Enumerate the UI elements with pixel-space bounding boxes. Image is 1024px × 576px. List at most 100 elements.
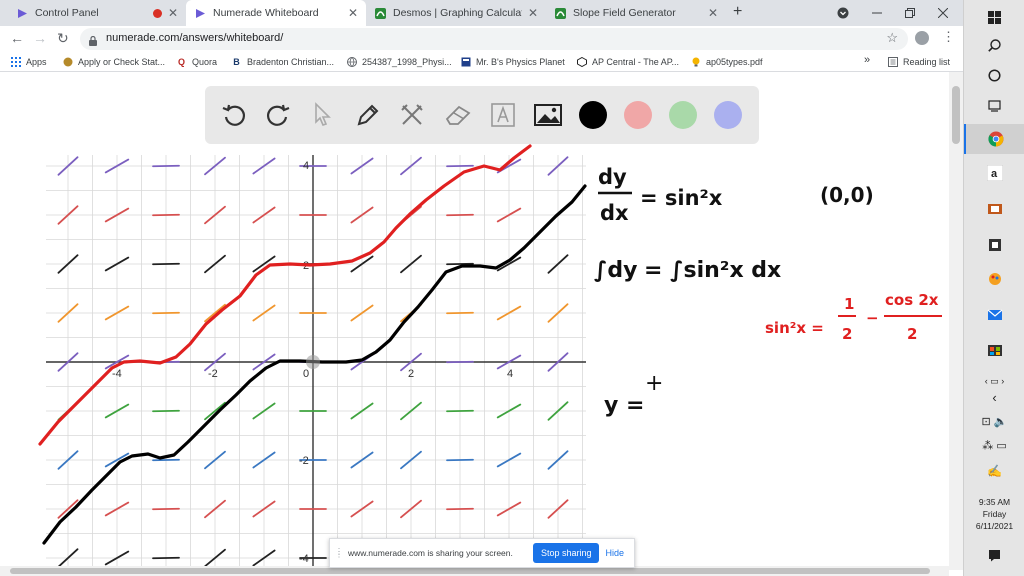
pen-workspace-icon[interactable]: ✍ <box>964 456 1024 486</box>
close-tab-icon[interactable]: ✕ <box>348 6 358 20</box>
color-green-swatch[interactable] <box>669 101 697 129</box>
note-plus: + <box>645 371 663 396</box>
tab-search-icon[interactable] <box>837 0 849 26</box>
apps-grid-icon <box>10 56 21 67</box>
notifications-icon[interactable] <box>964 540 1024 570</box>
lightbulb-icon <box>690 56 701 67</box>
slope-segment <box>446 164 474 168</box>
drag-handle-icon[interactable]: ⋮ ⋮ <box>335 548 343 559</box>
address-bar[interactable]: numerade.com/answers/whiteboard/ ☆ <box>80 28 908 50</box>
sharing-message: www.numerade.com is sharing your screen. <box>348 548 513 558</box>
x-tick-label: -2 <box>208 368 218 380</box>
numerade-logo-icon <box>194 7 206 19</box>
vertical-scrollbar[interactable] <box>949 72 963 570</box>
bookmark-label: Apps <box>26 56 47 67</box>
bookmark-quora[interactable]: Q Quora <box>176 56 217 67</box>
search-icon[interactable] <box>964 30 1024 60</box>
note-identity-two-b: 2 <box>907 325 917 343</box>
tab-title: Slope Field Generator <box>573 7 676 19</box>
color-red-swatch[interactable] <box>624 101 652 129</box>
reading-list-button[interactable]: Reading list <box>887 56 950 67</box>
bookmark-label: Apply or Check Stat... <box>78 56 166 67</box>
svg-text:a: a <box>991 168 998 180</box>
chrome-taskbar-icon[interactable] <box>964 124 1024 154</box>
close-window-icon[interactable] <box>938 0 948 26</box>
tab-title: Numerade Whiteboard <box>213 7 319 19</box>
cortana-icon[interactable] <box>964 60 1024 90</box>
slope-segment <box>152 164 180 168</box>
pen-icon[interactable] <box>353 100 383 130</box>
seal-icon <box>62 56 73 67</box>
paint-icon[interactable] <box>964 264 1024 294</box>
bookmark-apps[interactable]: Apps <box>10 56 47 67</box>
store-icon[interactable] <box>964 334 1024 364</box>
color-blue-swatch[interactable] <box>714 101 742 129</box>
eraser-icon[interactable] <box>443 100 473 130</box>
url-text: numerade.com/answers/whiteboard/ <box>106 32 284 44</box>
undo-icon[interactable] <box>219 100 249 130</box>
forward-arrow-icon[interactable]: → <box>33 30 47 46</box>
color-black-swatch[interactable] <box>579 101 607 129</box>
snip-tool-icon[interactable] <box>964 194 1024 224</box>
new-tab-button[interactable]: + <box>733 3 742 21</box>
bookmark-label: 254387_1998_Physi... <box>362 56 452 67</box>
x-tick-label: -4 <box>112 368 122 380</box>
amazon-icon[interactable]: a <box>964 158 1024 188</box>
x-tick-label: 4 <box>507 368 513 380</box>
windows-start-icon[interactable] <box>964 2 1024 32</box>
hide-button[interactable]: Hide <box>605 548 624 558</box>
close-tab-icon[interactable]: ✕ <box>168 6 178 20</box>
close-tab-icon[interactable]: ✕ <box>708 6 718 20</box>
note-identity-one: 1 <box>844 295 854 313</box>
bookmark-star-icon[interactable]: ☆ <box>886 30 898 46</box>
close-tab-icon[interactable]: ✕ <box>528 6 538 20</box>
bookmark-physics-planet[interactable]: Mr. B's Physics Planet <box>460 56 565 67</box>
pointer-icon[interactable] <box>307 100 337 130</box>
reading-list-label: Reading list <box>903 56 951 67</box>
recording-indicator-icon <box>152 8 162 18</box>
image-icon[interactable] <box>533 100 563 130</box>
tools-icon[interactable] <box>397 100 427 130</box>
bookmark-ap-central[interactable]: AP Central - The AP... <box>576 56 679 67</box>
tab-desmos[interactable]: Desmos | Graphing Calculator ✕ <box>366 0 546 26</box>
mail-icon[interactable] <box>964 300 1024 330</box>
bookmark-physics-pdf[interactable]: 254387_1998_Physi... <box>346 56 452 67</box>
note-integral-lhs: ∫dy <box>594 258 638 283</box>
bookmark-apply[interactable]: Apply or Check Stat... <box>62 56 165 67</box>
bookmark-bradenton[interactable]: B Bradenton Christian... <box>231 56 334 67</box>
desmos-logo-icon <box>554 7 566 19</box>
minimize-icon[interactable] <box>872 0 882 26</box>
task-view-icon[interactable] <box>964 90 1024 120</box>
profile-avatar[interactable] <box>915 31 929 45</box>
slope-segment <box>152 556 180 560</box>
restore-icon[interactable] <box>905 0 915 26</box>
tab-slope-field[interactable]: Slope Field Generator ✕ <box>546 0 726 26</box>
redo-icon[interactable] <box>263 100 293 130</box>
slope-segment <box>446 311 474 315</box>
tab-control-panel[interactable]: Control Panel ✕ <box>8 0 186 26</box>
browser-menu-icon[interactable]: ⋮ <box>942 29 955 45</box>
tab-numerade-whiteboard[interactable]: Numerade Whiteboard ✕ <box>186 0 366 26</box>
numerade-logo-icon <box>16 7 28 19</box>
reload-icon[interactable]: ↻ <box>57 30 69 47</box>
scroll-thumb[interactable] <box>952 86 960 144</box>
scroll-thumb[interactable] <box>10 568 930 574</box>
slope-segment <box>152 507 180 511</box>
system-clock[interactable]: 9:35 AM Friday 6/11/2021 <box>964 496 1024 532</box>
tab-title: Control Panel <box>35 7 99 19</box>
text-icon[interactable] <box>488 100 518 130</box>
app-icon[interactable] <box>964 230 1024 260</box>
back-arrow-icon[interactable]: ← <box>10 30 24 46</box>
bookmarks-bar: Apps Apply or Check Stat... Q Quora B Br… <box>0 53 963 72</box>
x-tick-label: 2 <box>408 368 414 380</box>
y-tick-label: 4 <box>303 160 309 172</box>
slope-segment <box>446 409 474 413</box>
bookmark-label: Mr. B's Physics Planet <box>476 56 565 67</box>
bookmark-ap05types[interactable]: ap05types.pdf <box>690 56 763 67</box>
whiteboard-canvas[interactable]: -4 -2 0 2 4 4 2 -2 -4 dy dx = sin²x (0,0… <box>0 72 963 570</box>
tab-strip: Control Panel ✕ Numerade Whiteboard ✕ De… <box>0 0 963 26</box>
whiteboard-drawing: -4 -2 0 2 4 4 2 -2 -4 dy dx = sin²x (0,0… <box>38 144 942 568</box>
bookmarks-overflow-icon[interactable]: » <box>864 54 870 66</box>
stop-sharing-button[interactable]: Stop sharing <box>532 543 600 563</box>
desmos-logo-icon <box>374 7 386 19</box>
